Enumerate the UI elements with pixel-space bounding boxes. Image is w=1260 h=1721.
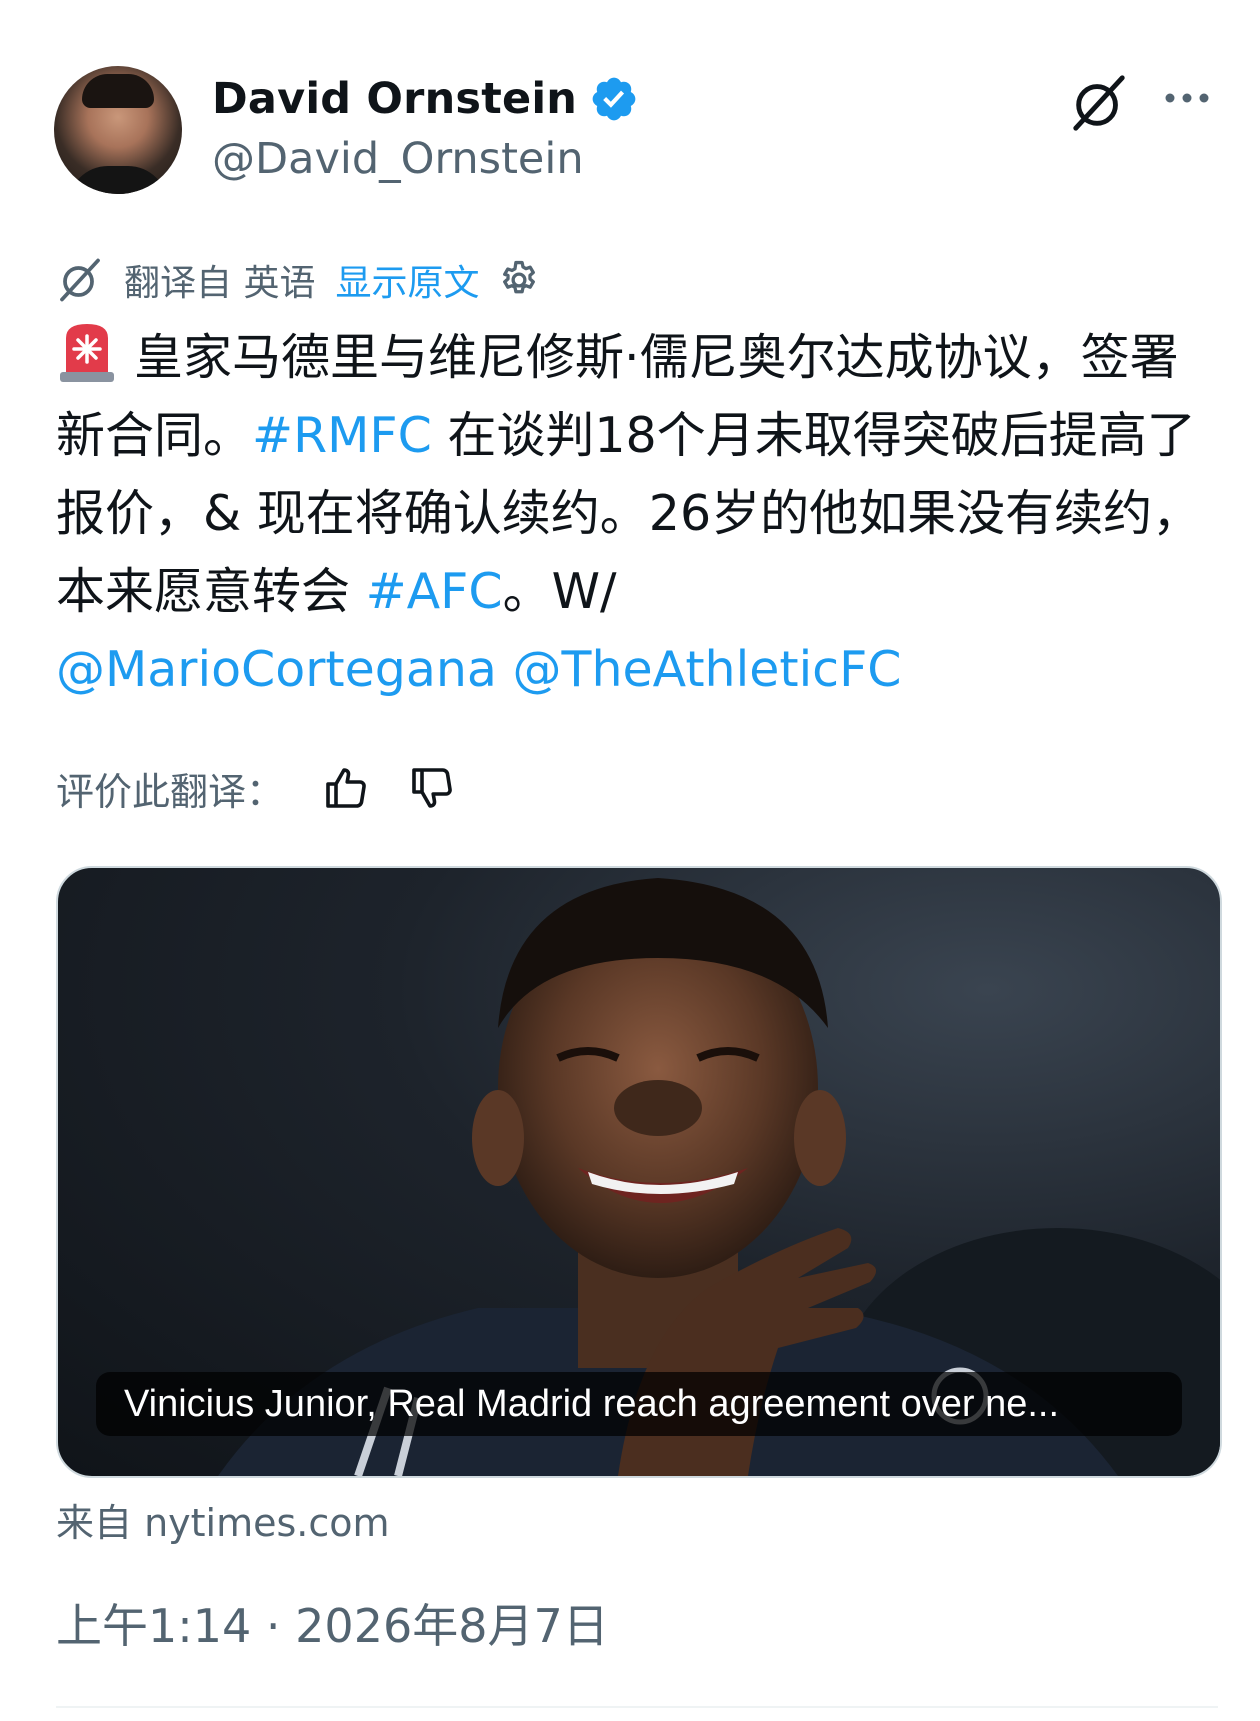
verified-badge-icon: [592, 77, 636, 121]
thumbs-up-icon[interactable]: [322, 764, 370, 812]
gear-icon[interactable]: [497, 258, 541, 302]
divider: [56, 1706, 1218, 1708]
source-domain[interactable]: 来自 nytimes.com: [56, 1492, 390, 1547]
more-options-icon[interactable]: [1158, 78, 1216, 118]
avatar-hair: [82, 74, 154, 108]
author-handle[interactable]: @David_Ornstein: [212, 134, 584, 184]
link-preview-card[interactable]: Vinicius Junior, Real Madrid reach agree…: [56, 866, 1222, 1478]
translation-bar: 翻译自 英语 显示原文: [56, 250, 541, 310]
tweet-timestamp[interactable]: 上午1:14 · 2026年8月7日: [56, 1590, 609, 1656]
author-name-row[interactable]: David Ornstein: [212, 72, 639, 126]
grok-translate-icon: [60, 258, 100, 302]
translated-from-label: 翻译自 英语: [124, 263, 316, 304]
tweet-text: 皇家马德里与维尼修斯·儒尼奥尔达成协议，签署新合同。#RMFC 在谈判18个月未…: [56, 318, 1226, 709]
avatar[interactable]: [54, 66, 182, 194]
rate-translation-label: 评价此翻译：: [56, 769, 285, 814]
siren-emoji-icon: [60, 324, 114, 382]
avatar-shirt: [68, 166, 168, 194]
thumbs-down-icon[interactable]: [408, 764, 456, 812]
tweet-text-part-3: 。W/: [502, 563, 617, 620]
rate-translation-row: 评价此翻译：: [56, 758, 456, 818]
mention-the-athletic-fc[interactable]: @TheAthleticFC: [513, 641, 902, 698]
mention-mario-cortegana[interactable]: @MarioCortegana: [56, 641, 497, 698]
show-original-link[interactable]: 显示原文: [335, 254, 479, 306]
hashtag-rmfc[interactable]: #RMFC: [252, 407, 432, 464]
grok-icon[interactable]: [1068, 72, 1130, 134]
hashtag-afc[interactable]: #AFC: [366, 563, 503, 620]
author-name[interactable]: David Ornstein: [212, 74, 577, 124]
article-title-caption: Vinicius Junior, Real Madrid reach agree…: [96, 1372, 1182, 1436]
